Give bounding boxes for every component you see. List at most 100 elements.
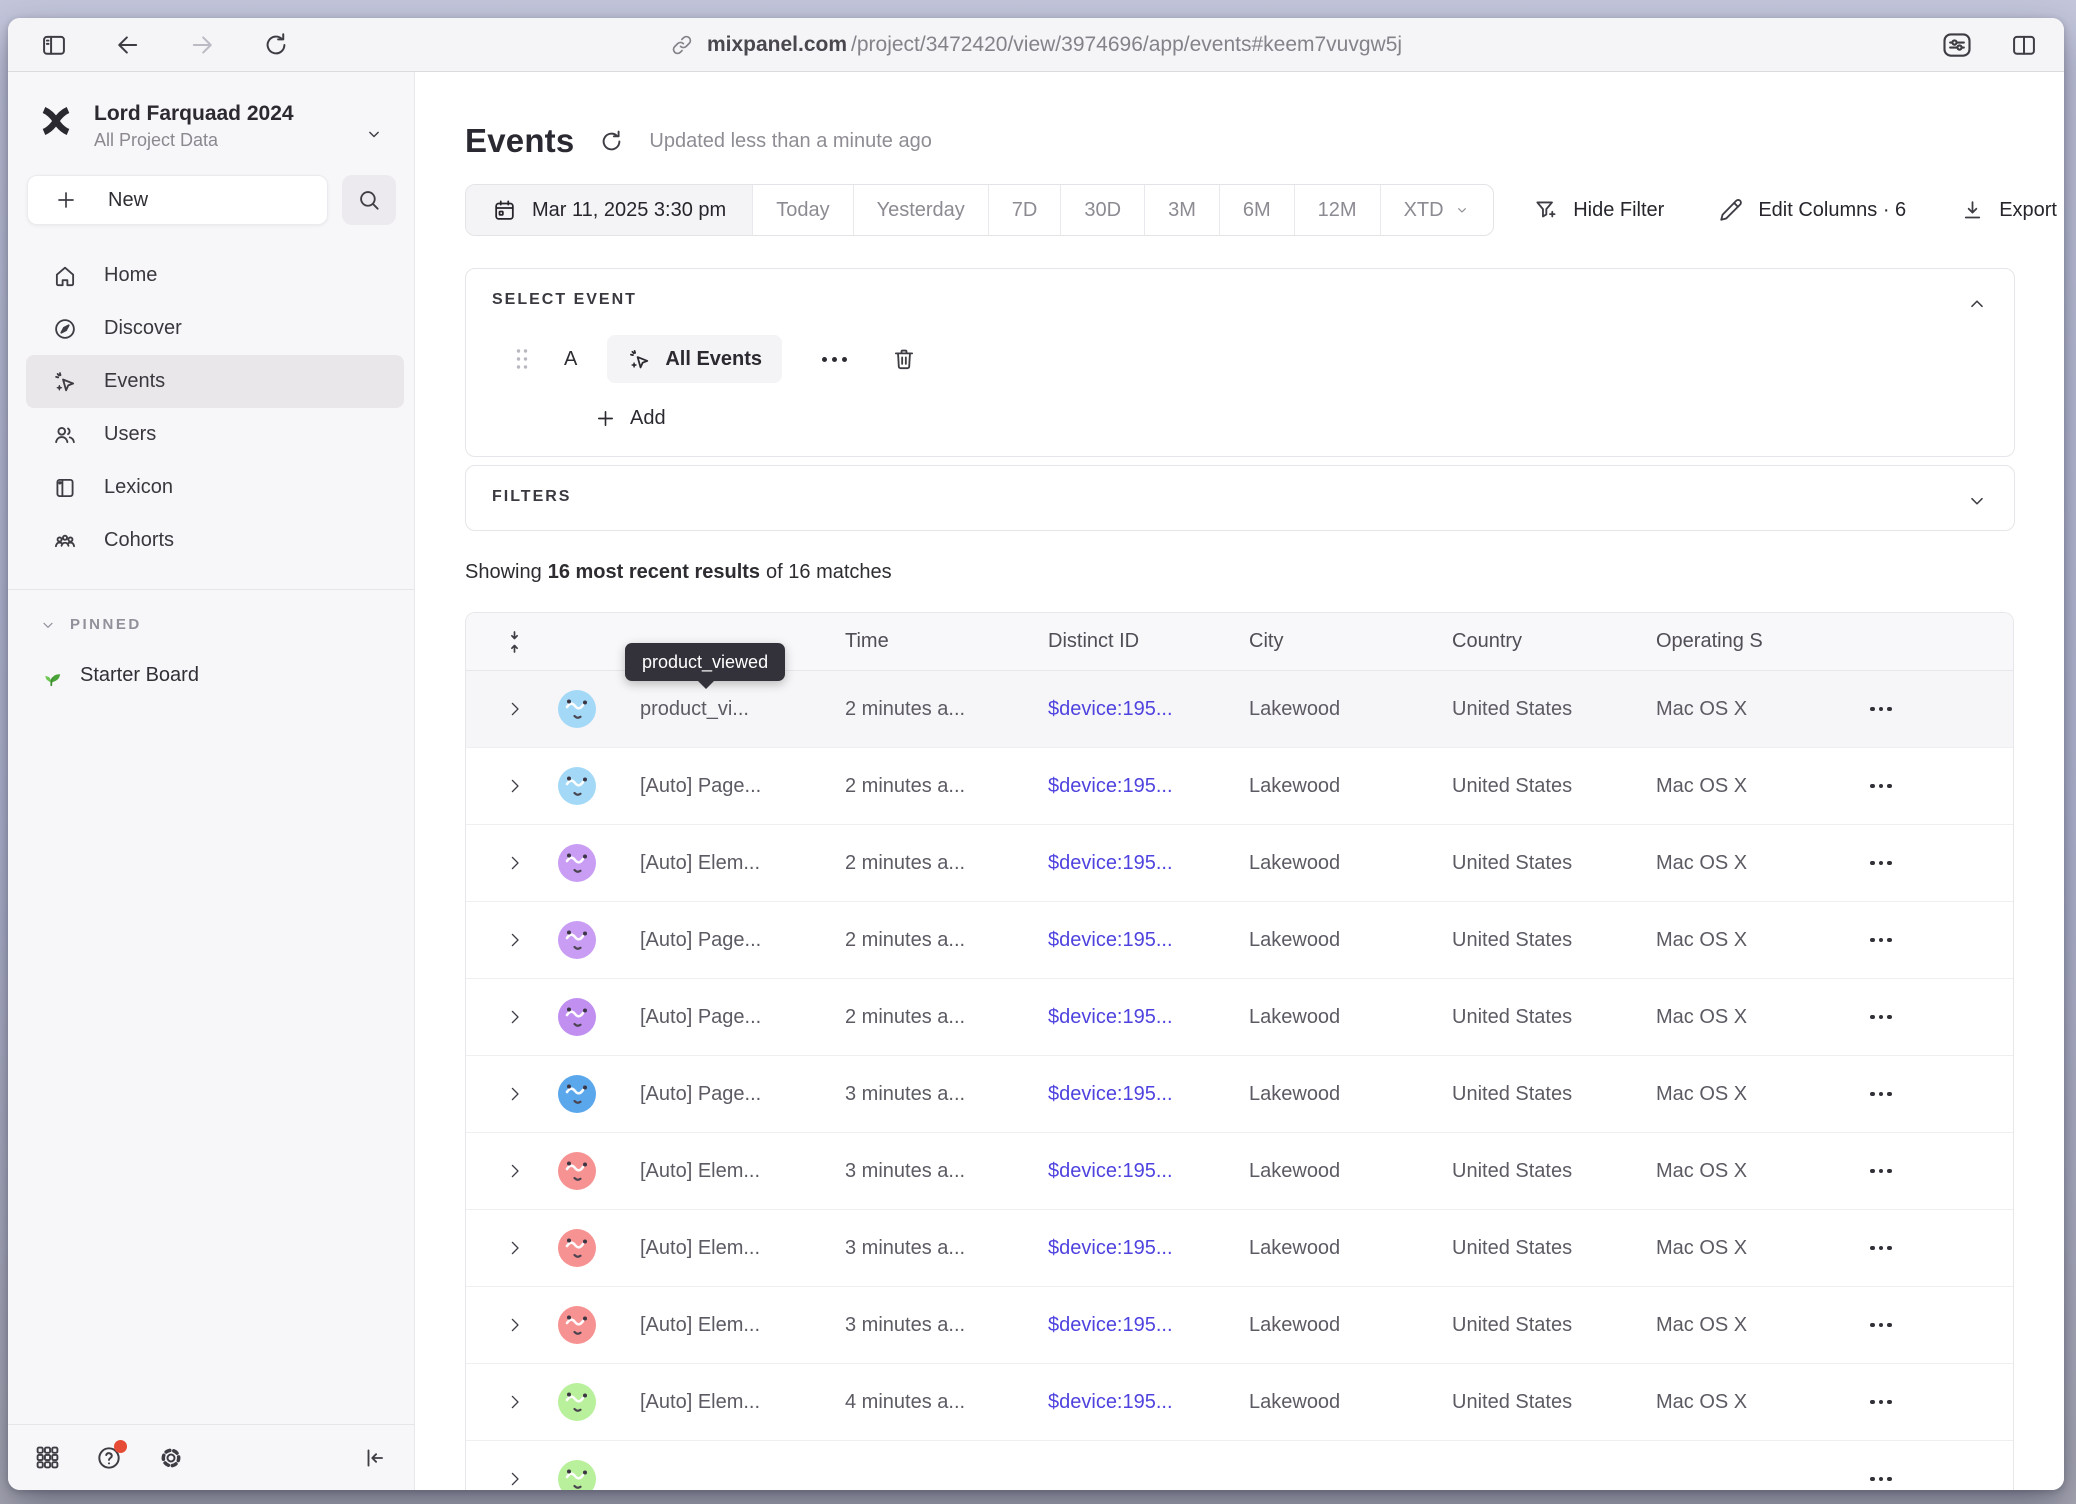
collapse-panel-icon[interactable]	[1966, 293, 1988, 315]
sidebar-item-home[interactable]: Home	[26, 249, 404, 302]
distinct-id-link[interactable]: $device:195...	[1048, 1160, 1249, 1183]
column-header-city[interactable]: City	[1249, 630, 1452, 653]
date-picker[interactable]: Mar 11, 2025 3:30 pm	[466, 185, 752, 235]
preset-yesterday[interactable]: Yesterday	[853, 185, 988, 235]
preset-6m[interactable]: 6M	[1219, 185, 1294, 235]
preset-7d[interactable]: 7D	[988, 185, 1061, 235]
distinct-id-link[interactable]: $device:195...	[1048, 1006, 1249, 1029]
expand-row-icon[interactable]	[466, 1470, 536, 1488]
sidebar-item-events[interactable]: Events	[26, 355, 404, 408]
table-row[interactable]: [Auto] Elem... 4 minutes a... $device:19…	[466, 1364, 2013, 1441]
row-menu-icon[interactable]	[1864, 1007, 1898, 1028]
expand-row-icon[interactable]	[466, 1008, 536, 1026]
row-menu-icon[interactable]	[1864, 853, 1898, 874]
sidebar-toggle-icon[interactable]	[40, 31, 68, 59]
row-menu-icon[interactable]	[1864, 1161, 1898, 1182]
event-selector-chip[interactable]: All Events	[607, 335, 782, 383]
split-view-icon[interactable]	[2010, 31, 2038, 59]
distinct-id-link[interactable]: $device:195...	[1048, 1237, 1249, 1260]
expand-row-icon[interactable]	[466, 700, 536, 718]
column-header-time[interactable]: Time	[845, 630, 1048, 653]
expand-row-icon[interactable]	[466, 1085, 536, 1103]
row-menu-icon[interactable]	[1864, 1238, 1898, 1259]
time-cell: 2 minutes a...	[845, 852, 1048, 875]
distinct-id-link[interactable]: $device:195...	[1048, 1083, 1249, 1106]
city-cell: Lakewood	[1249, 698, 1452, 721]
distinct-id-link[interactable]: $device:195...	[1048, 852, 1249, 875]
table-row[interactable]: [Auto] Page... 2 minutes a... $device:19…	[466, 979, 2013, 1056]
city-cell: Lakewood	[1249, 1006, 1452, 1029]
refresh-icon[interactable]	[598, 128, 625, 155]
hide-filter-button[interactable]: Hide Filter	[1533, 197, 1664, 223]
row-menu-icon[interactable]	[1864, 1315, 1898, 1336]
preset-today[interactable]: Today	[752, 185, 852, 235]
export-button[interactable]: Export	[1960, 198, 2057, 223]
sidebar-item-lexicon[interactable]: Lexicon	[26, 461, 404, 514]
help-button[interactable]	[95, 1444, 123, 1472]
row-menu-icon[interactable]	[1864, 699, 1898, 720]
distinct-id-link[interactable]: $device:195...	[1048, 775, 1249, 798]
collapse-all-rows-icon[interactable]	[466, 629, 536, 655]
expand-row-icon[interactable]	[466, 1393, 536, 1411]
preset-12m[interactable]: 12M	[1294, 185, 1380, 235]
row-menu-icon[interactable]	[1864, 1469, 1898, 1490]
table-row[interactable]: [Auto] Page... 2 minutes a... $device:19…	[466, 748, 2013, 825]
column-header-os[interactable]: Operating S	[1656, 630, 1816, 653]
row-menu-icon[interactable]	[1864, 1084, 1898, 1105]
drag-handle-icon[interactable]	[514, 346, 530, 372]
chevron-down-icon	[1454, 202, 1470, 218]
distinct-id-link[interactable]: $device:195...	[1048, 929, 1249, 952]
table-row[interactable]: [Auto] Elem... 3 minutes a... $device:19…	[466, 1210, 2013, 1287]
row-menu-icon[interactable]	[1864, 776, 1898, 797]
sidebar-item-users[interactable]: Users	[26, 408, 404, 461]
distinct-id-link[interactable]: $device:195...	[1048, 1314, 1249, 1337]
sidebar-item-cohorts[interactable]: Cohorts	[26, 514, 404, 567]
event-options-icon[interactable]	[818, 351, 851, 368]
column-header-distinct-id[interactable]: Distinct ID	[1048, 630, 1249, 653]
sidebar-item-label: Discover	[104, 317, 182, 340]
column-header-country[interactable]: Country	[1452, 630, 1656, 653]
table-row[interactable]: [Auto] Elem... 2 minutes a... $device:19…	[466, 825, 2013, 902]
address-bar[interactable]: mixpanel.com/project/3472420/view/397469…	[670, 18, 1402, 71]
distinct-id-link[interactable]: $device:195...	[1048, 698, 1249, 721]
table-row[interactable]: [Auto] Page... 3 minutes a... $device:19…	[466, 1056, 2013, 1133]
expand-row-icon[interactable]	[466, 1239, 536, 1257]
reload-icon[interactable]	[262, 31, 290, 59]
trash-icon[interactable]	[891, 346, 917, 372]
sidebar-item-starter-board[interactable]: Starter Board	[8, 651, 414, 699]
table-row[interactable]: [Auto] Elem... 3 minutes a... $device:19…	[466, 1287, 2013, 1364]
expand-row-icon[interactable]	[466, 1162, 536, 1180]
forward-icon[interactable]	[188, 31, 216, 59]
pinned-section-toggle[interactable]: PINNED	[8, 616, 414, 633]
search-button[interactable]	[342, 175, 396, 225]
page-settings-icon[interactable]	[1940, 30, 1974, 60]
preset-3m[interactable]: 3M	[1144, 185, 1219, 235]
distinct-id-link[interactable]: $device:195...	[1048, 1391, 1249, 1414]
row-menu-icon[interactable]	[1864, 930, 1898, 951]
preset-30d[interactable]: 30D	[1060, 185, 1144, 235]
collapse-sidebar-icon[interactable]	[362, 1445, 388, 1471]
expand-row-icon[interactable]	[466, 777, 536, 795]
table-row[interactable]	[466, 1441, 2013, 1490]
sidebar-item-discover[interactable]: Discover	[26, 302, 404, 355]
workspace-switcher[interactable]: Lord Farquaad 2024 All Project Data	[8, 72, 414, 157]
country-cell: United States	[1452, 1314, 1656, 1337]
edit-columns-button[interactable]: Edit Columns · 6	[1718, 197, 1906, 223]
preset-xtd[interactable]: XTD	[1380, 185, 1493, 235]
table-row[interactable]: [Auto] Elem... 3 minutes a... $device:19…	[466, 1133, 2013, 1210]
back-icon[interactable]	[114, 31, 142, 59]
expand-row-icon[interactable]	[466, 854, 536, 872]
row-menu-icon[interactable]	[1864, 1392, 1898, 1413]
os-cell: Mac OS X	[1656, 1160, 1816, 1183]
event-name-cell: [Auto] Page...	[618, 929, 845, 952]
apps-grid-icon[interactable]	[34, 1444, 61, 1471]
add-event-button[interactable]: Add	[492, 407, 666, 430]
expand-row-icon[interactable]	[466, 1316, 536, 1334]
table-row[interactable]: [Auto] Page... 2 minutes a... $device:19…	[466, 902, 2013, 979]
city-cell: Lakewood	[1249, 852, 1452, 875]
expand-row-icon[interactable]	[466, 931, 536, 949]
new-button[interactable]: New	[27, 175, 328, 225]
expand-panel-icon[interactable]	[1966, 490, 1988, 512]
settings-gear-icon[interactable]	[157, 1444, 185, 1472]
os-cell: Mac OS X	[1656, 852, 1816, 875]
